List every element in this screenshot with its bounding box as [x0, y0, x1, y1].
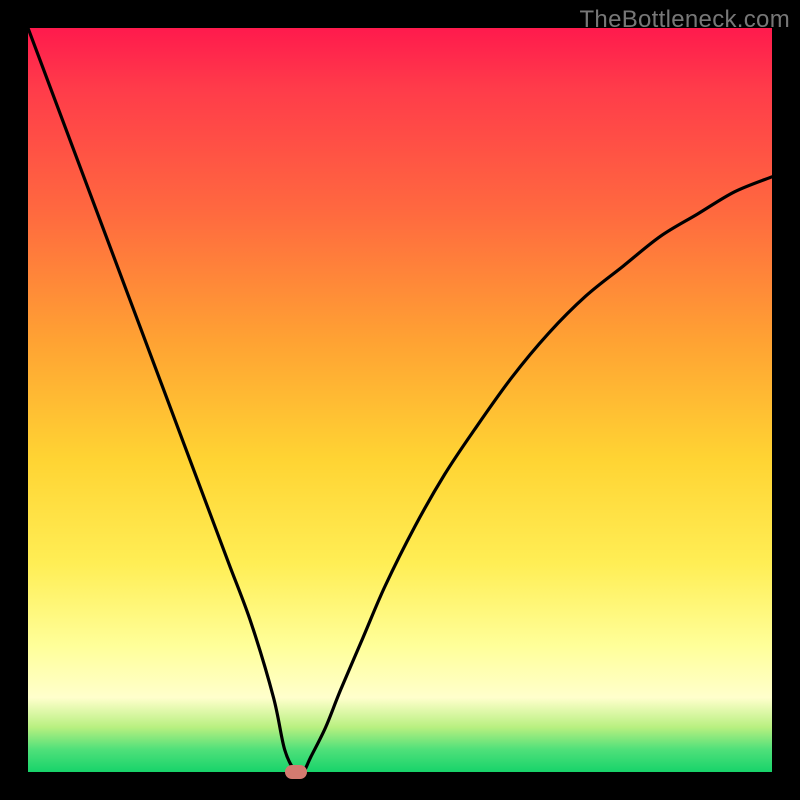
watermark-text: TheBottleneck.com — [579, 6, 790, 34]
bottleneck-curve — [28, 28, 772, 772]
plot-area — [28, 28, 772, 772]
chart-frame: TheBottleneck.com — [0, 0, 800, 800]
sweet-spot-marker — [285, 765, 307, 779]
